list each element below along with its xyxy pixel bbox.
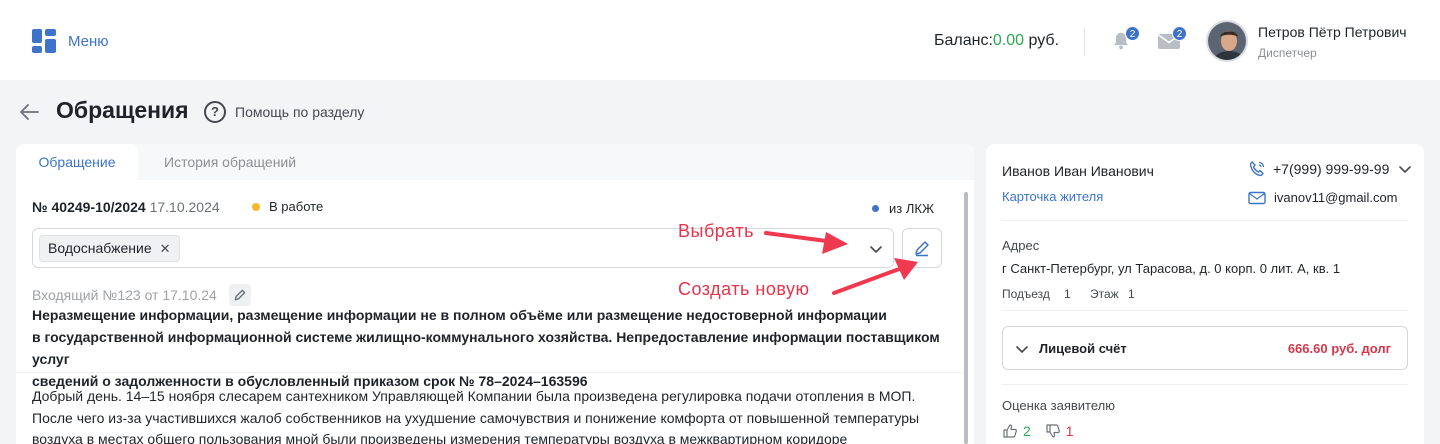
notifications-button[interactable]: 2	[1110, 26, 1140, 54]
category-chip-label: Водоснабжение	[48, 240, 152, 256]
likes-count: 2	[1023, 423, 1031, 439]
thumbs-down-icon	[1046, 424, 1060, 438]
mail-icon	[1248, 191, 1266, 204]
divider	[16, 372, 964, 373]
menu-label: Меню	[68, 32, 109, 50]
back-button[interactable]	[18, 102, 40, 122]
help-link[interactable]: ? Помощь по разделу	[204, 101, 364, 123]
address-label: Адрес	[1002, 238, 1040, 253]
rating-label: Оценка заявителю	[1002, 398, 1115, 413]
chevron-down-icon	[1016, 346, 1028, 354]
user-name: Петров Пётр Петрович	[1258, 24, 1407, 40]
divider	[1002, 310, 1408, 311]
phone-icon	[1249, 161, 1265, 177]
avatar[interactable]	[1206, 20, 1248, 62]
source-badge: из ЛКЖ	[872, 201, 934, 216]
resident-phone[interactable]: +7(999) 999-99-99	[1248, 160, 1412, 178]
ticket-panel: Обращение История обращений № 40249-10/2…	[16, 144, 974, 444]
ticket-body: Добрый день. 14–15 ноября слесарем санте…	[32, 386, 952, 444]
messages-button[interactable]: 2	[1157, 26, 1187, 54]
avatar-image	[1208, 22, 1246, 60]
subject-line: Неразмещение информации, размещение инфо…	[32, 307, 887, 323]
dislike-button[interactable]: 1	[1045, 423, 1074, 439]
balance-currency: руб.	[1024, 32, 1060, 49]
resident-email[interactable]: ivanov11@gmail.com	[1248, 190, 1398, 205]
incoming-label: Входящий №123 от 17.10.24	[32, 287, 217, 303]
account-accordion[interactable]: Лицевой счёт 666.60 руб. долг	[1002, 326, 1408, 370]
floor-value: 1	[1128, 287, 1135, 301]
ticket-date: 17.10.2024	[149, 199, 220, 215]
like-button[interactable]: 2	[1002, 423, 1031, 439]
annotation-create: Создать новую	[678, 279, 810, 299]
account-title: Лицевой счёт	[1039, 341, 1127, 356]
dashboard-icon	[32, 29, 56, 53]
balance-value: 0.00	[992, 32, 1025, 49]
subject-line: в государственной информационной системе…	[32, 329, 940, 367]
body-line: Добрый день. 14–15 ноября слесарем санте…	[32, 388, 916, 404]
ticket-subject: Неразмещение информации, размещение инфо…	[32, 304, 952, 392]
tab-history[interactable]: История обращений	[164, 144, 296, 180]
tab-bar: Обращение История обращений	[16, 144, 974, 180]
top-header: Меню Баланс:0.00 руб. 2 2 Петров Пётр Пе…	[0, 0, 1440, 80]
entrance-value: 1	[1064, 287, 1071, 301]
divider	[1002, 220, 1408, 221]
balance-label: Баланс:	[934, 32, 993, 49]
thumbs-up-icon	[1003, 424, 1017, 438]
floor-label: Этаж	[1090, 287, 1119, 301]
create-category-button[interactable]	[902, 228, 942, 268]
question-icon: ?	[204, 101, 226, 123]
edit-incoming-button[interactable]	[228, 284, 251, 306]
phone-value: +7(999) 999-99-99	[1273, 161, 1390, 177]
balance: Баланс:0.00 руб.	[934, 32, 1059, 50]
messages-badge: 2	[1172, 26, 1187, 41]
close-icon[interactable]: ✕	[160, 236, 171, 261]
rating-votes: 2 1	[1002, 423, 1074, 439]
resident-name: Иванов Иван Иванович	[1002, 163, 1154, 179]
annotation-choose: Выбрать	[678, 221, 755, 241]
resident-panel: Иванов Иван Иванович Карточка жителя +7(…	[986, 144, 1424, 444]
body-line: После чего из-за участившихся жалоб собс…	[32, 409, 920, 426]
pencil-icon	[915, 241, 929, 257]
chevron-down-icon	[1399, 166, 1412, 174]
divider	[1002, 384, 1408, 385]
category-select[interactable]: Водоснабжение ✕	[32, 228, 894, 268]
status-label: В работе	[269, 199, 324, 214]
account-debt: 666.60 руб. долг	[1287, 341, 1391, 356]
dislikes-count: 1	[1065, 423, 1074, 439]
email-value: ivanov11@gmail.com	[1274, 190, 1398, 205]
tab-ticket[interactable]: Обращение	[16, 144, 138, 180]
ticket-number-value: № 40249-10/2024	[32, 199, 146, 215]
incoming-reference: Входящий №123 от 17.10.24	[32, 284, 251, 306]
chevron-down-icon	[870, 246, 882, 254]
status-badge: В работе	[252, 199, 323, 214]
menu-button[interactable]: Меню	[32, 29, 109, 53]
pencil-icon	[234, 289, 246, 301]
help-label: Помощь по разделу	[235, 104, 365, 120]
category-chip: Водоснабжение ✕	[39, 235, 180, 262]
source-label: из ЛКЖ	[889, 201, 934, 216]
scrollbar[interactable]	[964, 192, 968, 444]
user-role: Диспетчер	[1258, 46, 1317, 60]
resident-card-link[interactable]: Карточка жителя	[1002, 189, 1103, 204]
source-dot	[872, 205, 879, 212]
notifications-badge: 2	[1125, 26, 1140, 41]
status-dot	[252, 202, 260, 211]
body-line: воздуха в местах общего пользования мной…	[32, 431, 848, 444]
arrow-left-icon	[20, 104, 39, 120]
entrance-label: Подъезд	[1002, 287, 1050, 301]
header-divider	[1084, 28, 1085, 56]
address-value: г Санкт-Петербург, ул Тарасова, д. 0 кор…	[1002, 261, 1341, 276]
ticket-number: № 40249-10/2024 17.10.2024	[32, 199, 220, 215]
page-title: Обращения	[56, 97, 189, 123]
